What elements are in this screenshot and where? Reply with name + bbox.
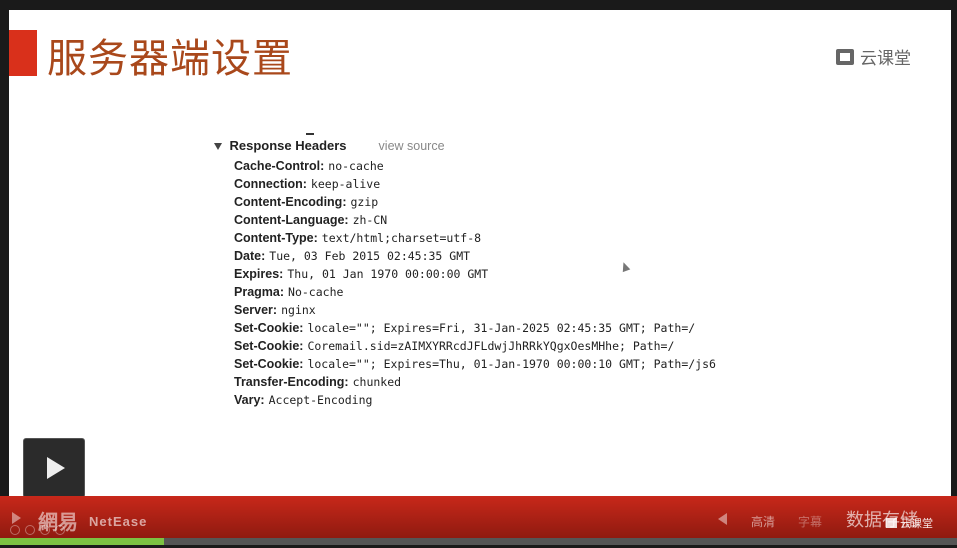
header-key: Connection: [234,177,307,191]
header-key: Set-Cookie: [234,339,304,353]
control-small-icon[interactable] [10,525,20,535]
header-key: Date: [234,249,266,263]
header-row: Date: Tue, 03 Feb 2015 02:45:35 GMT [234,247,716,265]
header-key: Server: [234,303,278,317]
netease-logo-en: NetEase [89,514,148,529]
header-value: text/html;charset=utf-8 [321,231,482,245]
slide: 服务器端设置 云课堂 Response Headers view source … [9,10,951,496]
header-value: no-cache [328,159,384,173]
subtitle-button[interactable]: 字幕 [798,513,822,530]
decorative-dash [306,133,314,135]
header-key: Content-Language: [234,213,349,227]
brand-name: 云课堂 [860,49,911,68]
response-headers-toggle[interactable]: Response Headers [214,138,347,153]
view-source-link[interactable]: view source [379,139,445,153]
header-value: zh-CN [352,213,388,227]
header-value: Coremail.sid=zAIMXYRRcdJFLdwjJhRRkYQgxOe… [307,339,675,353]
header-value: Tue, 03 Feb 2015 02:45:35 GMT [269,249,471,263]
video-control-bar: 網易 NetEase 高清 字幕 数据存储 云课堂 [0,496,957,538]
cloud-classroom-icon [836,48,854,65]
header-value: gzip [350,195,379,209]
header-value: keep-alive [310,177,381,191]
play-icon [47,457,65,479]
volume-icon[interactable] [718,513,727,525]
brand-logo: 云课堂 [836,44,911,69]
title-accent-bar [9,30,37,76]
header-value: Accept-Encoding [268,393,373,407]
header-row: Content-Encoding: gzip [234,193,716,211]
response-headers-title: Response Headers [229,138,347,153]
header-key: Transfer-Encoding: [234,375,349,389]
header-row: Pragma: No-cache [234,283,716,301]
control-small-icon[interactable] [55,525,65,535]
progress-bar[interactable] [0,538,957,545]
hd-quality-button[interactable]: 高清 [751,513,775,530]
header-key: Pragma: [234,285,285,299]
slide-title: 服务器端设置 [47,36,293,82]
response-headers-panel: Response Headers view source Cache-Contr… [214,138,716,409]
control-small-icon[interactable] [40,525,50,535]
header-row: Set-Cookie: locale=""; Expires=Thu, 01-Ja… [234,355,716,373]
header-value: nginx [281,303,316,317]
header-row: Set-Cookie: locale=""; Expires=Fri, 31-Ja… [234,319,716,337]
player-brand: 云课堂 [886,515,933,531]
header-row: Vary: Accept-Encoding [234,391,716,409]
header-value: locale=""; Expires=Fri, 31-Jan-2025 02:4… [307,321,696,335]
header-key: Content-Type: [234,231,318,245]
header-row: Expires: Thu, 01 Jan 1970 00:00:00 GMT [234,265,716,283]
player-brand-name: 云课堂 [900,518,933,530]
header-value: chunked [352,375,402,389]
play-button[interactable] [23,438,85,498]
header-key: Content-Encoding: [234,195,347,209]
progress-fill [0,538,164,545]
control-small-icons [10,525,65,535]
header-value: No-cache [288,285,344,299]
header-value: locale=""; Expires=Thu, 01-Jan-1970 00:0… [307,357,716,371]
header-key: Expires: [234,267,284,281]
header-key: Set-Cookie: [234,321,304,335]
header-key: Set-Cookie: [234,357,304,371]
control-small-icon[interactable] [25,525,35,535]
header-row: Content-Type: text/html;charset=utf-8 [234,229,716,247]
header-value: Thu, 01 Jan 1970 00:00:00 GMT [287,267,489,281]
header-key: Vary: [234,393,265,407]
header-row: Server: nginx [234,301,716,319]
header-row: Set-Cookie: Coremail.sid=zAIMXYRRcdJFLdwj… [234,337,716,355]
header-row: Transfer-Encoding: chunked [234,373,716,391]
cloud-classroom-small-icon [886,518,897,528]
collapse-triangle-icon [214,143,222,151]
header-row: Cache-Control: no-cache [234,157,716,175]
header-row: Content-Language: zh-CN [234,211,716,229]
header-row: Connection: keep-alive [234,175,716,193]
header-key: Cache-Control: [234,159,325,173]
control-play-icon[interactable] [12,512,21,524]
